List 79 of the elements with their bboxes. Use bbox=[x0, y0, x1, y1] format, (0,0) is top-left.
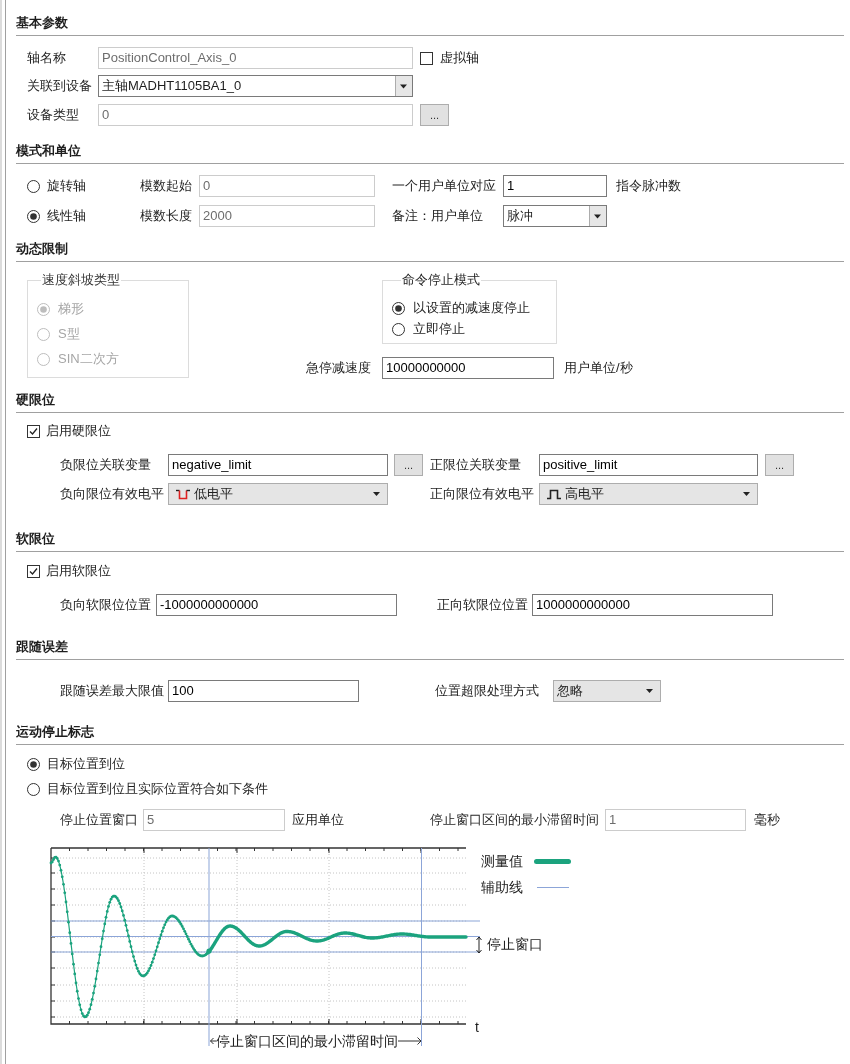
legend-label: 辅助线 bbox=[481, 878, 523, 895]
field-label: 负向软限位位置 bbox=[60, 596, 151, 614]
right-arrow-icon bbox=[397, 1037, 422, 1045]
checkbox[interactable] bbox=[27, 424, 40, 438]
variable-field[interactable]: negative_limit bbox=[168, 454, 388, 476]
device-dropdown[interactable]: 主轴MADHT1105BA1_0 bbox=[98, 75, 413, 97]
section-title: 硬限位 bbox=[16, 391, 55, 409]
unit-label: 应用单位 bbox=[292, 811, 344, 829]
radio-label: 线性轴 bbox=[47, 207, 86, 225]
field-label: 关联到设备 bbox=[27, 77, 92, 95]
radio-label: 梯形 bbox=[58, 300, 84, 318]
field-label: 正限位关联变量 bbox=[430, 456, 521, 474]
radio-button[interactable] bbox=[27, 209, 40, 223]
checkbox-label: 启用硬限位 bbox=[46, 422, 111, 440]
section-title: 运动停止标志 bbox=[16, 723, 94, 741]
group-box-title: 速度斜坡类型 bbox=[41, 271, 121, 289]
field-label: 正向软限位位置 bbox=[437, 596, 528, 614]
low-level-pulse-icon bbox=[176, 488, 190, 500]
position-field[interactable]: 1000000000000 bbox=[532, 594, 773, 616]
max-error-field[interactable]: 100 bbox=[168, 680, 359, 702]
left-arrow-icon bbox=[210, 1037, 217, 1045]
field-label: 停止窗口区间的最小滞留时间 bbox=[430, 811, 599, 829]
time-axis-label: t bbox=[475, 1018, 479, 1037]
section-title: 模式和单位 bbox=[16, 142, 81, 160]
field-label: 设备类型 bbox=[27, 106, 79, 124]
level-dropdown[interactable]: 高电平 bbox=[539, 483, 758, 505]
caret-down-icon[interactable] bbox=[743, 492, 750, 496]
section-title: 软限位 bbox=[16, 530, 55, 548]
checkbox-label: 启用软限位 bbox=[46, 562, 111, 580]
unit-label: 毫秒 bbox=[754, 811, 780, 829]
pulses-per-unit-field[interactable]: 1 bbox=[503, 175, 607, 197]
field-label: 负限位关联变量 bbox=[60, 456, 151, 474]
radio-button[interactable] bbox=[27, 179, 40, 193]
unit-label: 用户单位/秒 bbox=[564, 359, 633, 377]
field-label: 一个用户单位对应 bbox=[392, 177, 496, 195]
field-label: 跟随误差最大限值 bbox=[60, 682, 164, 700]
field-label: 模数起始 bbox=[140, 177, 192, 195]
stop-window-label: 停止窗口 bbox=[487, 935, 543, 954]
user-unit-dropdown[interactable]: 脉冲 bbox=[503, 205, 607, 227]
radio-button[interactable] bbox=[27, 782, 40, 796]
legend-label: 测量值 bbox=[481, 852, 523, 869]
double-arrow-icon bbox=[476, 936, 482, 954]
radio-label: S型 bbox=[58, 325, 80, 343]
field-label: 轴名称 bbox=[27, 49, 66, 67]
high-level-pulse-icon bbox=[547, 488, 561, 500]
browse-button[interactable]: ... bbox=[765, 454, 794, 476]
field-label: 停止位置窗口 bbox=[60, 811, 138, 829]
field-label: 正向限位有效电平 bbox=[430, 485, 534, 503]
caret-down-icon[interactable] bbox=[373, 492, 380, 496]
radio-label: SIN二次方 bbox=[58, 350, 119, 368]
radio-label: 立即停止 bbox=[413, 320, 465, 338]
radio-label: 旋转轴 bbox=[47, 177, 86, 195]
field-label: 模数长度 bbox=[140, 207, 192, 225]
group-box-title: 命令停止模式 bbox=[401, 271, 481, 289]
section-title: 动态限制 bbox=[16, 240, 68, 258]
checkbox[interactable] bbox=[27, 564, 40, 578]
radio-label: 以设置的减速度停止 bbox=[413, 299, 530, 317]
browse-button[interactable]: ... bbox=[394, 454, 423, 476]
section-title: 跟随误差 bbox=[16, 638, 68, 656]
section-title: 基本参数 bbox=[16, 14, 68, 32]
radio-button[interactable] bbox=[27, 757, 40, 771]
field-label: 急停减速度 bbox=[306, 359, 371, 377]
checkbox-label: 虚拟轴 bbox=[440, 49, 479, 67]
emergency-decel-field[interactable]: 10000000000 bbox=[382, 357, 554, 379]
radio-button[interactable] bbox=[392, 322, 405, 336]
dwell-time-label: 停止窗口区间的最小滞留时间 bbox=[216, 1032, 398, 1051]
radio-button[interactable] bbox=[392, 301, 405, 315]
field-label: 负向限位有效电平 bbox=[60, 485, 164, 503]
position-field[interactable]: -1000000000000 bbox=[156, 594, 397, 616]
field-label: 位置超限处理方式 bbox=[435, 682, 539, 700]
radio-label: 目标位置到位 bbox=[47, 755, 125, 773]
unit-label: 指令脉冲数 bbox=[616, 177, 681, 195]
level-dropdown[interactable]: 低电平 bbox=[168, 483, 388, 505]
caret-down-icon[interactable] bbox=[646, 689, 653, 693]
handling-dropdown[interactable]: 忽略 bbox=[553, 680, 661, 702]
variable-field[interactable]: positive_limit bbox=[539, 454, 758, 476]
radio-label: 目标位置到位且实际位置符合如下条件 bbox=[47, 780, 268, 798]
field-label: 备注：用户单位 bbox=[392, 207, 483, 225]
checkbox[interactable] bbox=[420, 51, 433, 65]
